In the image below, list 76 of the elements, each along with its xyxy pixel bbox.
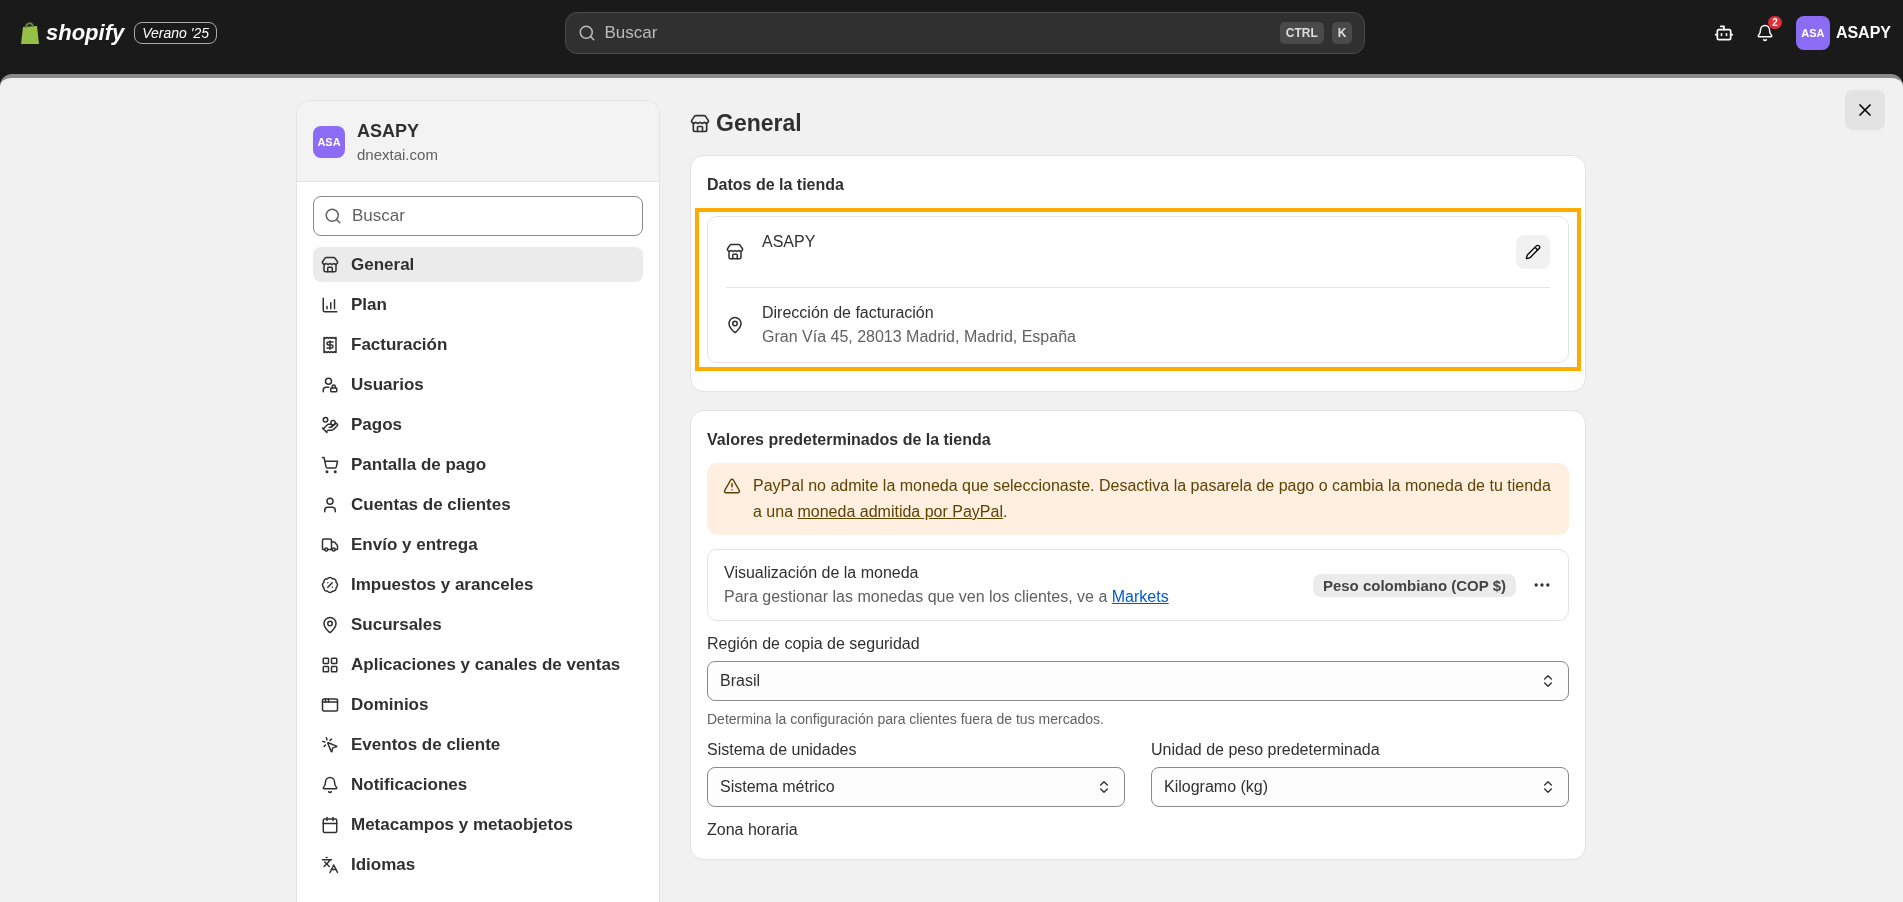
menu-icon — [321, 415, 339, 434]
sidebar-item[interactable]: Metacampos y metaobjetos — [313, 807, 643, 842]
menu-icon — [321, 615, 339, 634]
shortcut-key: K — [1331, 22, 1353, 44]
menu-icon — [321, 655, 339, 674]
search-field[interactable]: Buscar — [313, 196, 643, 236]
store-domain: dnextai.com — [357, 146, 438, 163]
sidebar-item[interactable]: Facturación — [313, 327, 643, 362]
markets-link[interactable]: Markets — [1111, 588, 1169, 605]
assistant-icon[interactable] — [1713, 23, 1734, 43]
select-field[interactable]: Kilogramo (kg) — [1151, 767, 1569, 807]
sidebar-item[interactable]: Sucursales — [313, 607, 643, 642]
sidebar-item[interactable]: Aplicaciones y canales de ventas — [313, 647, 643, 682]
currency-badge: Peso colombiano (COP $) — [1312, 573, 1516, 597]
sidebar-item[interactable]: Plan — [313, 287, 643, 322]
store-name: ASAPY — [762, 233, 817, 251]
card-heading: Valores predeterminados de la tienda — [707, 431, 992, 449]
logo[interactable]: shopify — [20, 20, 125, 46]
billing-label: Dirección de facturación — [762, 304, 935, 322]
store-name: ASAPY — [357, 121, 420, 142]
sidebar-item[interactable]: Notificaciones — [313, 767, 643, 802]
menu-icon — [321, 335, 339, 354]
field-label: Región de copia de seguridad — [707, 635, 921, 653]
billing-address: Gran Vía 45, 28013 Madrid, Madrid, España — [762, 328, 1077, 346]
menu-icon — [321, 255, 339, 274]
search-icon — [578, 24, 597, 42]
shopping-bag-icon — [20, 21, 40, 45]
field-label: Sistema de unidades — [707, 741, 858, 759]
menu-icon — [321, 455, 339, 474]
select-field[interactable]: Brasil — [707, 661, 1569, 701]
menu-icon — [321, 855, 339, 874]
sidebar-item[interactable]: Envío y entrega — [313, 527, 643, 562]
sidebar-item[interactable]: Eventos de cliente — [313, 727, 643, 762]
store-icon — [690, 113, 710, 134]
menu-icon — [321, 535, 339, 554]
account-name[interactable]: ASAPY — [1835, 24, 1891, 42]
currency-title: Visualización de la moneda — [724, 564, 920, 582]
currency-text: Para gestionar las monedas que ven los clientes, ve a Markets — [724, 588, 1170, 606]
help-text: Determina la configuración para clientes fuera de tus mercados. — [707, 711, 1105, 727]
notifications-icon[interactable] — [1755, 24, 1774, 42]
sidebar-item[interactable]: Pantalla de pago — [313, 447, 643, 482]
sidebar-item[interactable]: Impuestos y aranceles — [313, 567, 643, 602]
edition-badge: Verano '25 — [134, 22, 217, 44]
select-field[interactable]: Sistema métrico — [707, 767, 1125, 807]
field-label: Zona horaria — [707, 821, 799, 839]
search-icon — [324, 207, 342, 225]
sidebar-item[interactable]: Usuarios — [313, 367, 643, 402]
store-avatar: ASA — [313, 126, 345, 158]
menu-icon — [321, 775, 339, 794]
menu-icon — [321, 495, 339, 514]
edit-button[interactable] — [1516, 235, 1550, 269]
sidebar-item[interactable]: Cuentas de clientes — [313, 487, 643, 522]
store-icon — [726, 243, 744, 261]
shortcut-key: CTRL — [1279, 22, 1324, 44]
notification-count: 2 — [1768, 16, 1782, 29]
sidebar-item[interactable]: Dominios — [313, 687, 643, 722]
field-label: Unidad de peso predeterminada — [1151, 741, 1381, 759]
warning-icon — [723, 477, 741, 495]
map-pin-icon — [726, 316, 744, 334]
card-heading: Datos de la tienda — [707, 176, 845, 194]
warning-link[interactable]: moneda admitida por PayPal — [797, 503, 1003, 520]
menu-icon — [321, 695, 339, 714]
menu-icon — [321, 735, 339, 754]
sidebar-item[interactable]: Idiomas — [313, 847, 643, 882]
menu-icon — [321, 375, 339, 394]
sidebar-item[interactable]: Pagos — [313, 407, 643, 442]
page-title: General — [716, 110, 802, 137]
menu-icon — [321, 295, 339, 314]
menu-icon — [321, 815, 339, 834]
close-button[interactable] — [1845, 90, 1885, 130]
menu-icon — [321, 575, 339, 594]
search-field[interactable]: Buscar CTRL K — [565, 12, 1366, 54]
pencil-icon — [1525, 244, 1541, 260]
sidebar-item[interactable]: General — [313, 247, 643, 282]
account-avatar[interactable]: ASA — [1795, 16, 1830, 50]
warning-text: PayPal no admite la moneda que seleccionaste. Desactiva la pasarela de pago o cambia la moneda de tu tienda a una moneda admitida por PayPal. — [753, 476, 1552, 522]
